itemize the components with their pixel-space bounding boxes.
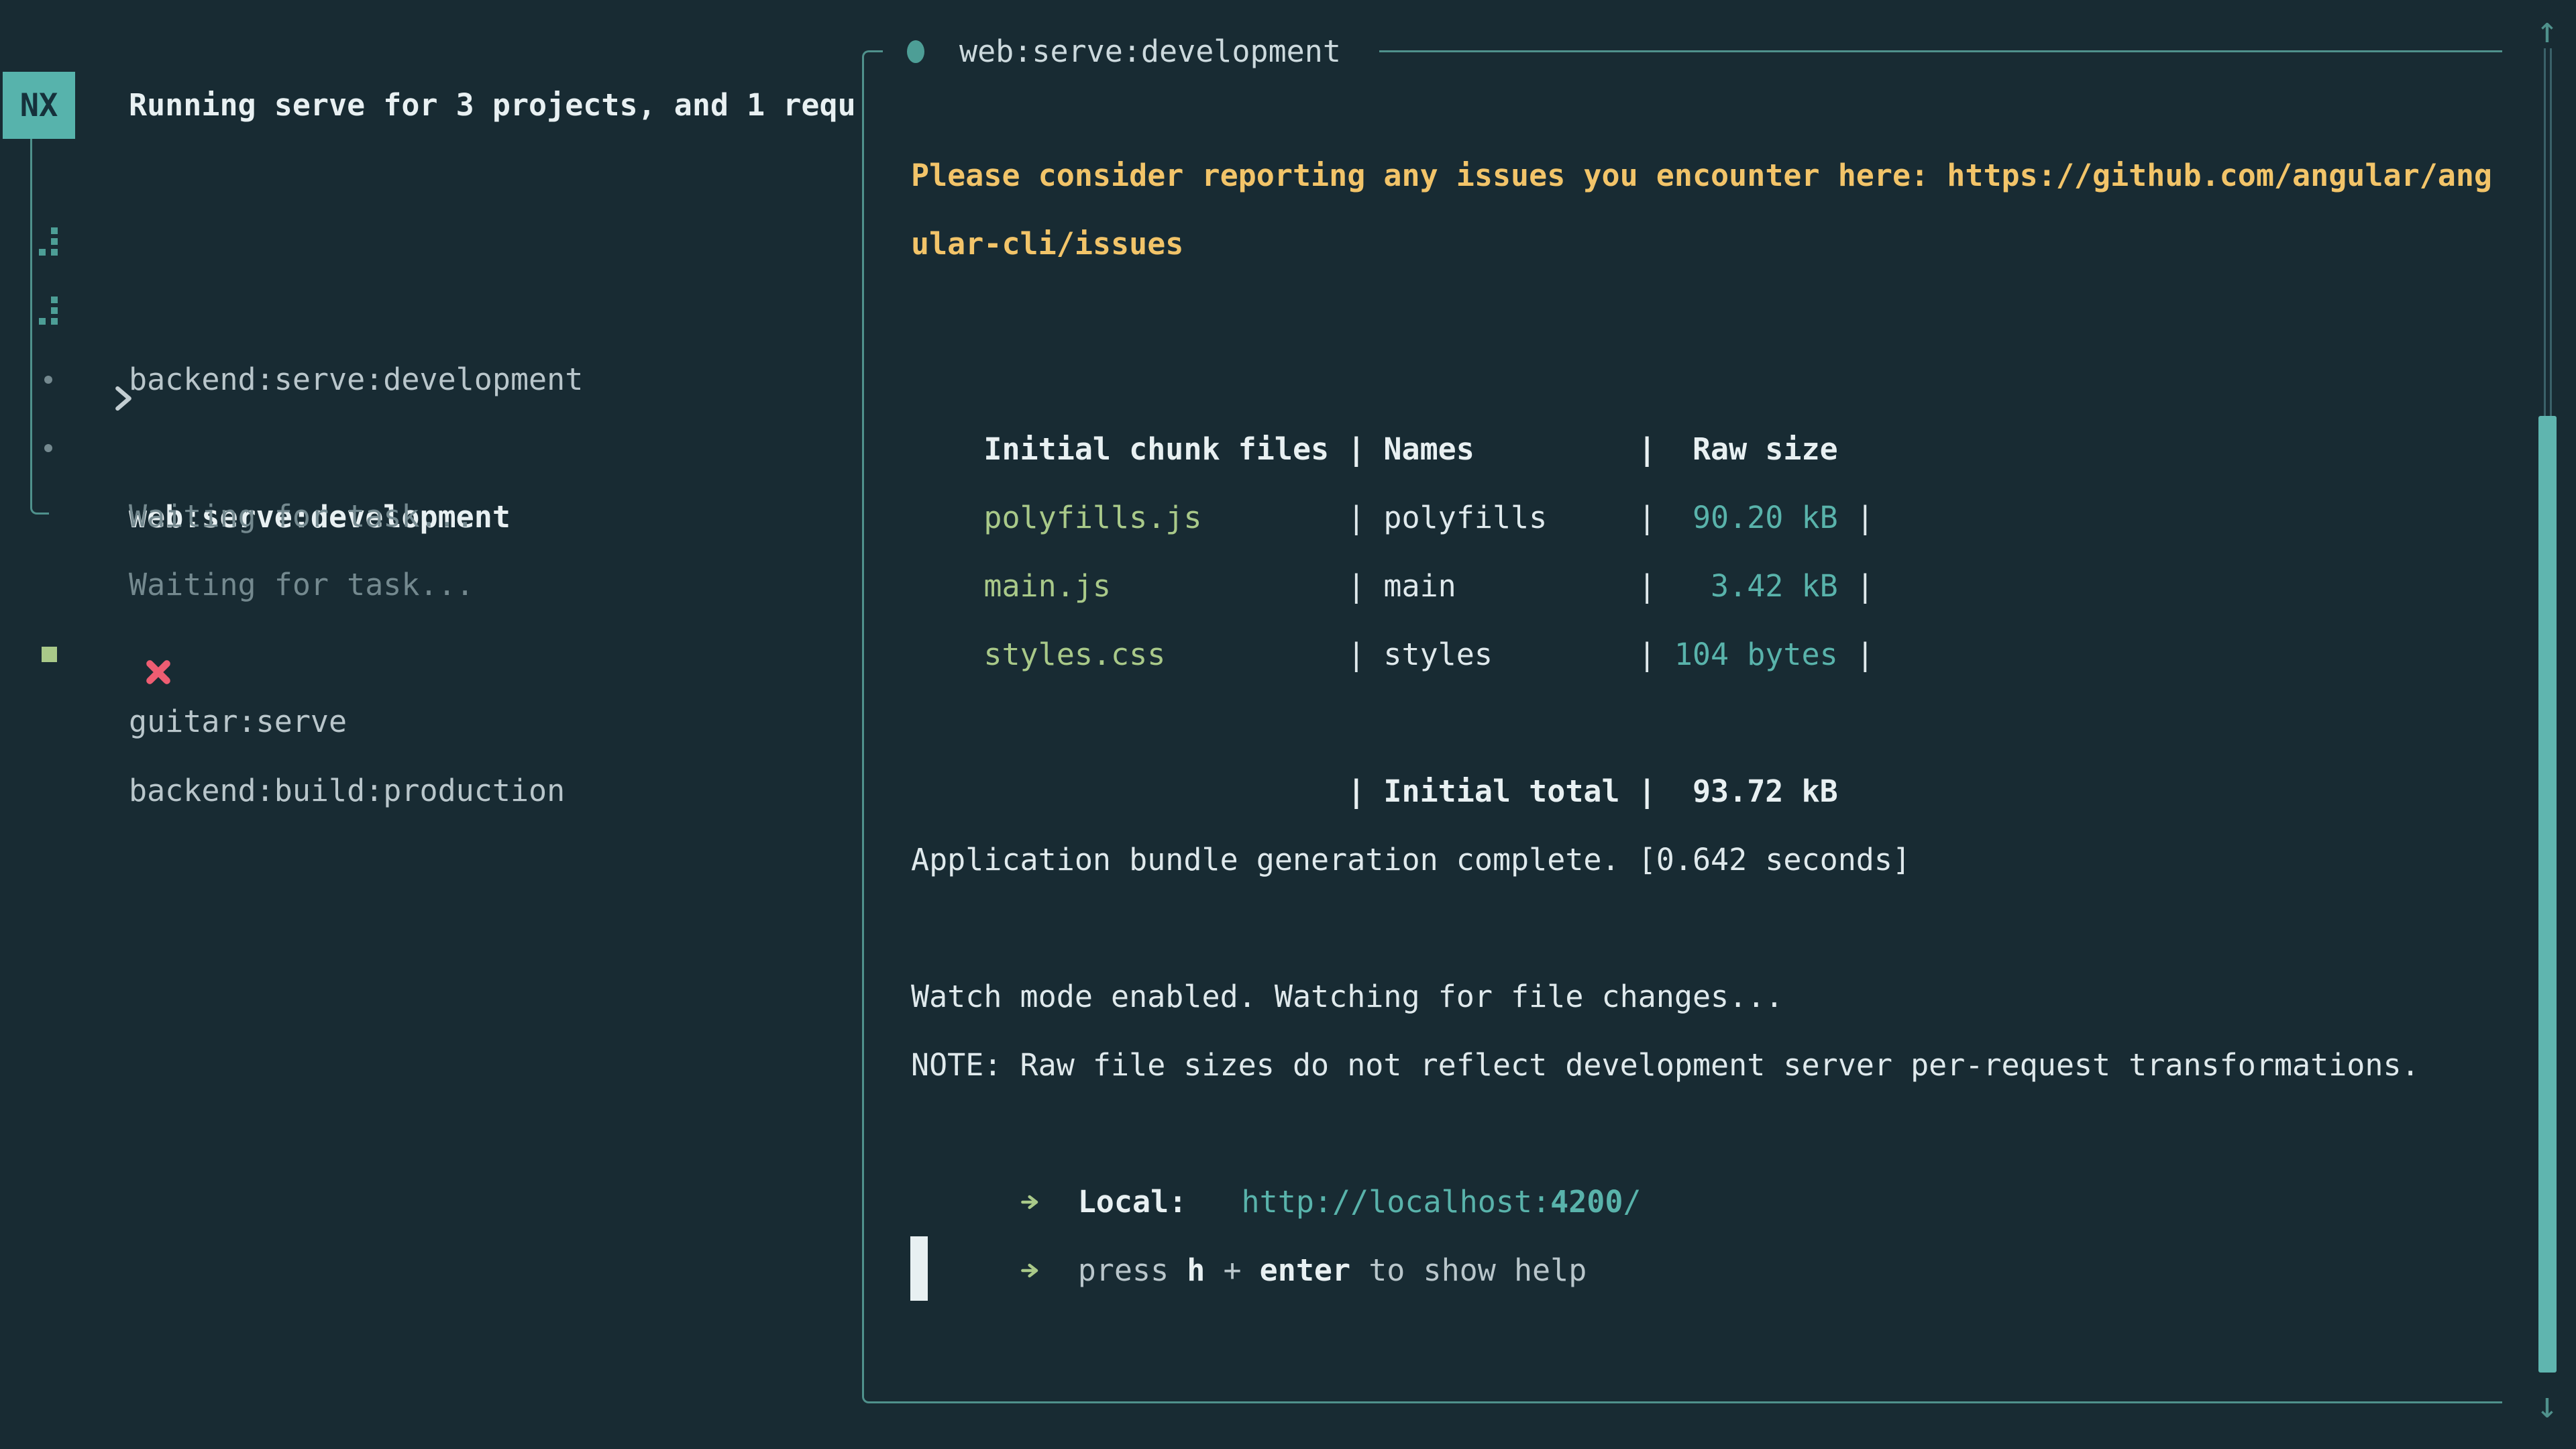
total-size: 93.72 kB [1656, 757, 1838, 826]
waiting-dot-icon [44, 444, 52, 452]
enter-key: enter [1260, 1252, 1350, 1288]
task-row-web-serve[interactable]: web:serve:development [0, 278, 862, 346]
press-help-line: press h + enter to show help [911, 1168, 1587, 1236]
chunk-file: styles.css [983, 621, 1347, 689]
issue-report-line-1: Please consider reporting any issues you… [911, 142, 2492, 210]
terminal-cursor [910, 1236, 928, 1301]
spinner-icon [51, 227, 58, 234]
table-row: main.js|main|3.42 kB| [911, 484, 1874, 552]
table-row: polyfills.js|polyfills|90.20 kB| [911, 415, 1874, 484]
watch-mode-line: Watch mode enabled. Watching for file ch… [911, 963, 1783, 1031]
pipe: | [1347, 637, 1365, 672]
arrow-right-icon [1020, 1252, 1042, 1288]
nx-logo: NX [3, 72, 75, 139]
task-row-guitar-serve[interactable]: guitar:serve [0, 551, 862, 619]
scrollbar-thumb[interactable] [2538, 416, 2557, 1373]
chunk-table-header: Initial chunk files|Names|Raw size [911, 347, 1838, 415]
pipe: | [1856, 637, 1874, 672]
plus-text: + [1205, 1252, 1259, 1288]
waiting-dot-icon [44, 376, 52, 384]
total-label: Initial total [1383, 757, 1638, 826]
pagination: ←1/1→ [36, 1371, 272, 1449]
pipe: | [1347, 773, 1365, 809]
running-status-dot-icon [907, 40, 924, 63]
table-row: styles.css|styles|104 bytes| [911, 552, 1874, 621]
keyboard-hints: quit:qhelp:? [412, 1440, 812, 1449]
task-list-pane: NX Running serve for 3 projects, and 1 r… [0, 0, 862, 1449]
task-row-backend-serve[interactable]: backend:serve:development [0, 209, 862, 277]
page-title: Running serve for 3 projects, and 1 requ [129, 71, 862, 140]
issue-report-line-2: ular-cli/issues [911, 210, 1183, 278]
chunk-size: 104 bytes [1656, 621, 1838, 689]
task-label: Waiting for task... [129, 482, 474, 551]
local-url-line: Local:http://localhost:4200/ [911, 1099, 1642, 1168]
task-label: guitar:serve [129, 688, 347, 756]
task-label: backend:build:production [129, 757, 565, 825]
bundle-complete-line: Application bundle generation complete. … [911, 826, 1911, 894]
nx-terminal-ui: { "colors": { "background": "#182b33", "… [0, 0, 2576, 1449]
h-key: h [1187, 1252, 1205, 1288]
task-row-waiting-1[interactable]: Waiting for task... [0, 345, 862, 414]
success-square-icon [42, 647, 57, 662]
chunk-name: styles [1383, 621, 1638, 689]
show-help-text: to show help [1350, 1252, 1587, 1288]
scroll-down-arrow-icon[interactable]: ↓ [2529, 1375, 2565, 1436]
spinner-icon [51, 297, 58, 303]
pipe: | [1638, 637, 1656, 672]
note-line: NOTE: Raw file sizes do not reflect deve… [911, 1031, 2420, 1099]
panel-title: web:serve:development [959, 17, 1341, 86]
pipe: | [1638, 773, 1656, 809]
task-row-waiting-2[interactable]: Waiting for task... [0, 414, 862, 482]
url-suffix: / [1623, 1184, 1642, 1220]
status-bar: ←1/1→ quit:qhelp:? [0, 1303, 862, 1371]
nx-logo-text: NX [20, 87, 58, 124]
press-text: press [1078, 1252, 1187, 1288]
task-row-backend-build[interactable]: backend:build:production [0, 620, 862, 688]
table-total-row: |Initial total|93.72 kB [911, 689, 1838, 757]
